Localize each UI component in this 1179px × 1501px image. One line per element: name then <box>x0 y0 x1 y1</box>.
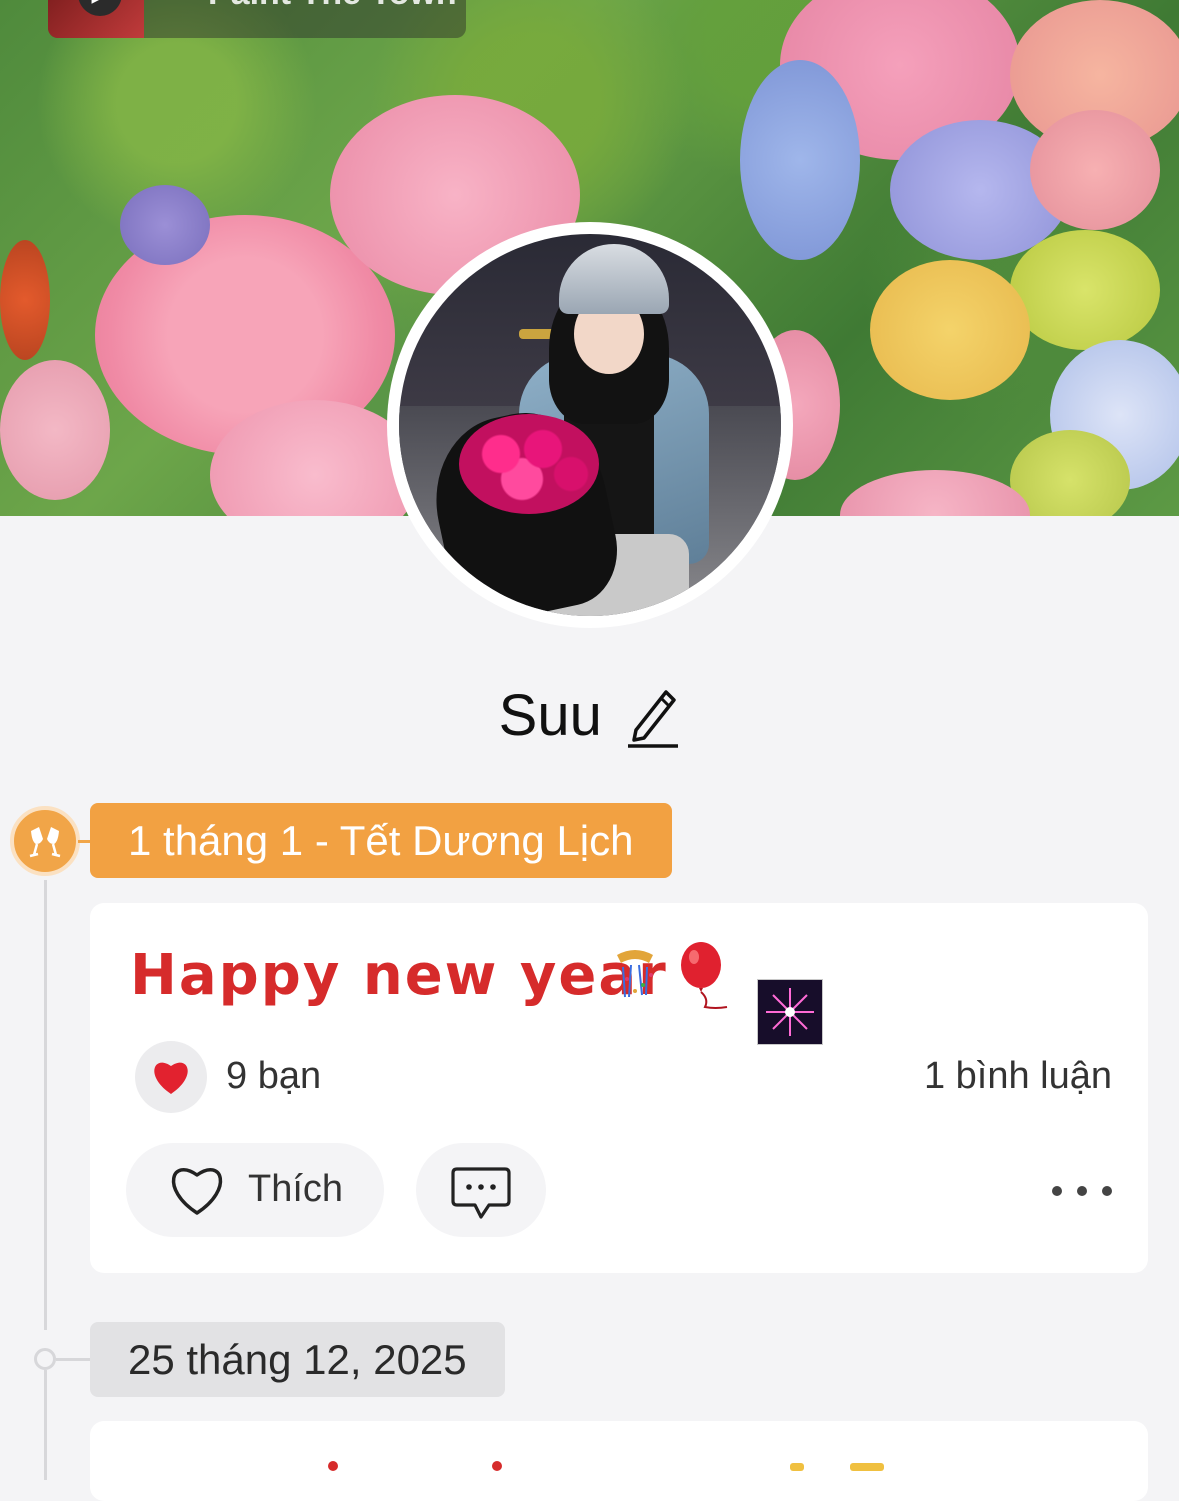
cheers-icon <box>10 806 80 876</box>
post-card[interactable]: Happy new year 9 bạn 1 bình luận Thích <box>90 903 1148 1273</box>
comment-button[interactable] <box>416 1143 546 1237</box>
date-label[interactable]: 25 tháng 12, 2025 <box>90 1322 505 1397</box>
timeline-dot <box>34 1348 56 1370</box>
post-text: Happy new year <box>130 943 668 1008</box>
balloon-icon <box>681 942 728 1009</box>
avatar-photo <box>399 234 781 616</box>
play-icon: ▶ <box>78 0 122 16</box>
heart-outline-icon <box>171 1168 223 1215</box>
dot <box>1102 1186 1112 1196</box>
album-thumbnail: ▶ <box>48 0 144 38</box>
comment-count[interactable]: 1 bình luận <box>924 1055 1112 1098</box>
fireworks-icon <box>757 979 823 1045</box>
profile-name-row: Suu <box>0 682 1179 749</box>
music-title: Paint The Town <box>208 0 457 13</box>
date-connector <box>56 1358 92 1361</box>
reaction-count[interactable]: 9 bạn <box>226 1055 321 1098</box>
edit-name-button[interactable] <box>626 684 680 748</box>
profile-name: Suu <box>498 683 602 748</box>
comment-icon <box>451 1167 511 1219</box>
more-options-button[interactable] <box>1052 1173 1112 1209</box>
pencil-icon <box>628 689 679 748</box>
event-label[interactable]: 1 tháng 1 - Tết Dương Lịch <box>90 803 672 878</box>
dot <box>1077 1186 1087 1196</box>
timeline-line <box>44 1370 47 1480</box>
reaction-badge[interactable] <box>135 1041 207 1113</box>
avatar[interactable] <box>387 222 793 628</box>
timeline-line <box>44 880 47 1330</box>
next-post-card[interactable] <box>90 1421 1148 1501</box>
heart-icon <box>154 1062 188 1094</box>
dot <box>1052 1186 1062 1196</box>
like-label: Thích <box>248 1168 344 1210</box>
music-bar[interactable]: ▶ Paint The Town <box>48 0 466 38</box>
like-button[interactable]: Thích <box>126 1143 384 1237</box>
confetti-icon <box>617 950 653 998</box>
